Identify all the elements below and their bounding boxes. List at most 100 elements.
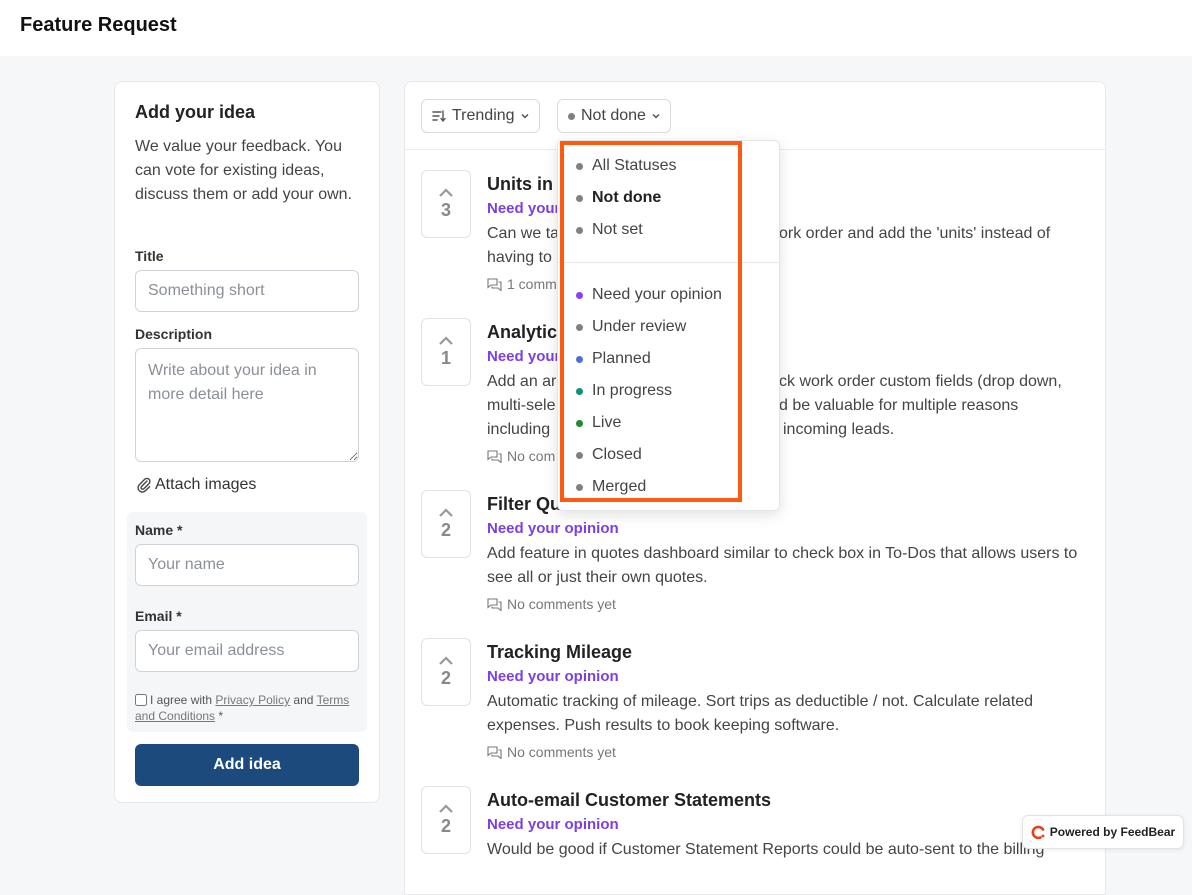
status-option-merged[interactable]: Merged (576, 478, 646, 496)
vote-button[interactable]: 2 (421, 638, 471, 706)
paperclip-icon (137, 477, 151, 493)
status-option-label: In progress (592, 382, 673, 399)
top-bar: Feature Request (0, 0, 1192, 56)
name-label: Name * (135, 522, 183, 538)
vote-button[interactable]: 3 (421, 170, 471, 238)
agree-checkbox[interactable] (135, 694, 147, 706)
status-dot-icon (576, 162, 583, 170)
status-option-label: Need your opinion (592, 286, 722, 303)
chevron-up-icon (439, 507, 453, 517)
powered-by-badge[interactable]: Powered by FeedBear (1022, 815, 1184, 849)
status-option-label: Not set (592, 221, 643, 238)
page-title: Feature Request (20, 14, 177, 36)
idea-status: Need your (487, 200, 561, 217)
status-option-label: Live (592, 414, 622, 431)
agree-prefix: I agree with (150, 693, 213, 707)
attach-images-label: Attach images (155, 476, 257, 493)
status-option-under-review[interactable]: Under review (576, 318, 686, 336)
status-option-live[interactable]: Live (576, 414, 621, 432)
title-label: Title (135, 248, 164, 264)
idea-desc-text: ork order and add the 'units' instead of (779, 225, 1051, 242)
add-idea-button[interactable]: Add idea (135, 744, 359, 786)
idea-comments[interactable]: 1 comm (487, 276, 557, 292)
chevron-down-icon (652, 113, 660, 119)
attach-images-button[interactable]: Attach images (137, 476, 256, 494)
status-option-in-progress[interactable]: In progress (576, 382, 672, 400)
vote-count: 3 (440, 199, 451, 220)
idea-status: Need your opinion (487, 520, 619, 537)
idea-title[interactable]: Tracking Mileage (487, 642, 632, 663)
idea-title[interactable]: Units in (487, 174, 553, 195)
description-label: Description (135, 326, 213, 342)
status-option-label: Not done (592, 189, 662, 206)
idea-desc-text: incoming leads. (783, 421, 895, 438)
idea-title[interactable]: Auto-email Customer Statements (487, 790, 771, 811)
status-option-not-done[interactable]: Not done (576, 189, 661, 207)
status-label: Not done (581, 107, 646, 124)
idea-title[interactable]: Analytic (487, 322, 557, 343)
email-label: Email * (135, 608, 182, 624)
agree-and: and (293, 693, 314, 707)
feedbear-logo-icon (1031, 825, 1045, 839)
chevron-up-icon (439, 803, 453, 813)
description-textarea[interactable] (135, 348, 359, 462)
idea-description: Add feature in quotes dashboard similar … (487, 545, 1078, 586)
comments-icon (487, 597, 502, 611)
status-dropdown[interactable]: Not done (557, 99, 671, 133)
status-option-need-your-opinion[interactable]: Need your opinion (576, 286, 722, 304)
status-dot-icon (576, 419, 583, 427)
idea-status: Need your opinion (487, 668, 619, 685)
chevron-up-icon (439, 655, 453, 665)
menu-divider (558, 262, 779, 263)
vote-count: 2 (440, 667, 451, 688)
status-option-not-set[interactable]: Not set (576, 221, 643, 239)
idea-comments[interactable]: No com (487, 448, 555, 464)
status-dot-icon (568, 112, 575, 120)
status-dot-icon (576, 387, 583, 395)
terms-agreement: I agree with Privacy Policy and Terms an… (135, 692, 355, 724)
email-input[interactable] (135, 630, 359, 672)
idea-status: Need your (487, 348, 561, 365)
vote-button[interactable]: 2 (421, 786, 471, 854)
status-option-label: All Statuses (592, 157, 677, 174)
idea-title[interactable]: Filter Qu (487, 494, 561, 515)
chevron-down-icon (521, 113, 529, 119)
status-option-label: Under review (592, 318, 687, 335)
idea-description: Would be good if Customer Statement Repo… (487, 841, 1045, 858)
sort-label: Trending (452, 107, 515, 124)
name-input[interactable] (135, 544, 359, 586)
comments-icon (487, 449, 502, 463)
comments-icon (487, 277, 502, 291)
status-option-label: Planned (592, 350, 651, 367)
vote-count: 2 (440, 519, 451, 540)
idea-description: Automatic tracking of mileage. Sort trip… (487, 693, 1034, 734)
idea-comments[interactable]: No comments yet (487, 596, 616, 612)
status-dot-icon (576, 355, 583, 363)
status-option-label: Merged (592, 478, 647, 495)
comments-label: No com (507, 448, 556, 464)
vote-button[interactable]: 1 (421, 318, 471, 386)
status-option-planned[interactable]: Planned (576, 350, 651, 368)
chevron-up-icon (439, 335, 453, 345)
chevron-up-icon (439, 187, 453, 197)
idea-desc-text: d be valuable for multiple reasons (779, 397, 1019, 414)
idea-desc-text: multi-sele (487, 397, 556, 414)
comments-label: No comments yet (507, 744, 616, 760)
idea-comments[interactable]: No comments yet (487, 744, 616, 760)
powered-by-label: Powered by FeedBear (1049, 825, 1176, 839)
vote-button[interactable]: 2 (421, 490, 471, 558)
status-option-label: Closed (592, 446, 642, 463)
agree-suffix: * (218, 709, 224, 723)
comments-label: No comments yet (507, 596, 616, 612)
idea-desc-text: including (487, 421, 551, 438)
privacy-policy-link[interactable]: Privacy Policy (215, 693, 290, 707)
sort-dropdown[interactable]: Trending (421, 99, 540, 133)
status-option-closed[interactable]: Closed (576, 446, 642, 464)
status-menu: All Statuses Not done Not set Need your … (557, 140, 780, 511)
vote-count: 2 (440, 815, 451, 836)
comments-icon (487, 745, 502, 759)
idea-desc-text: Add an ar (487, 373, 557, 390)
status-option-all[interactable]: All Statuses (576, 157, 676, 175)
add-idea-panel: Add your idea We value your feedback. Yo… (114, 81, 380, 803)
title-input[interactable] (135, 270, 359, 312)
